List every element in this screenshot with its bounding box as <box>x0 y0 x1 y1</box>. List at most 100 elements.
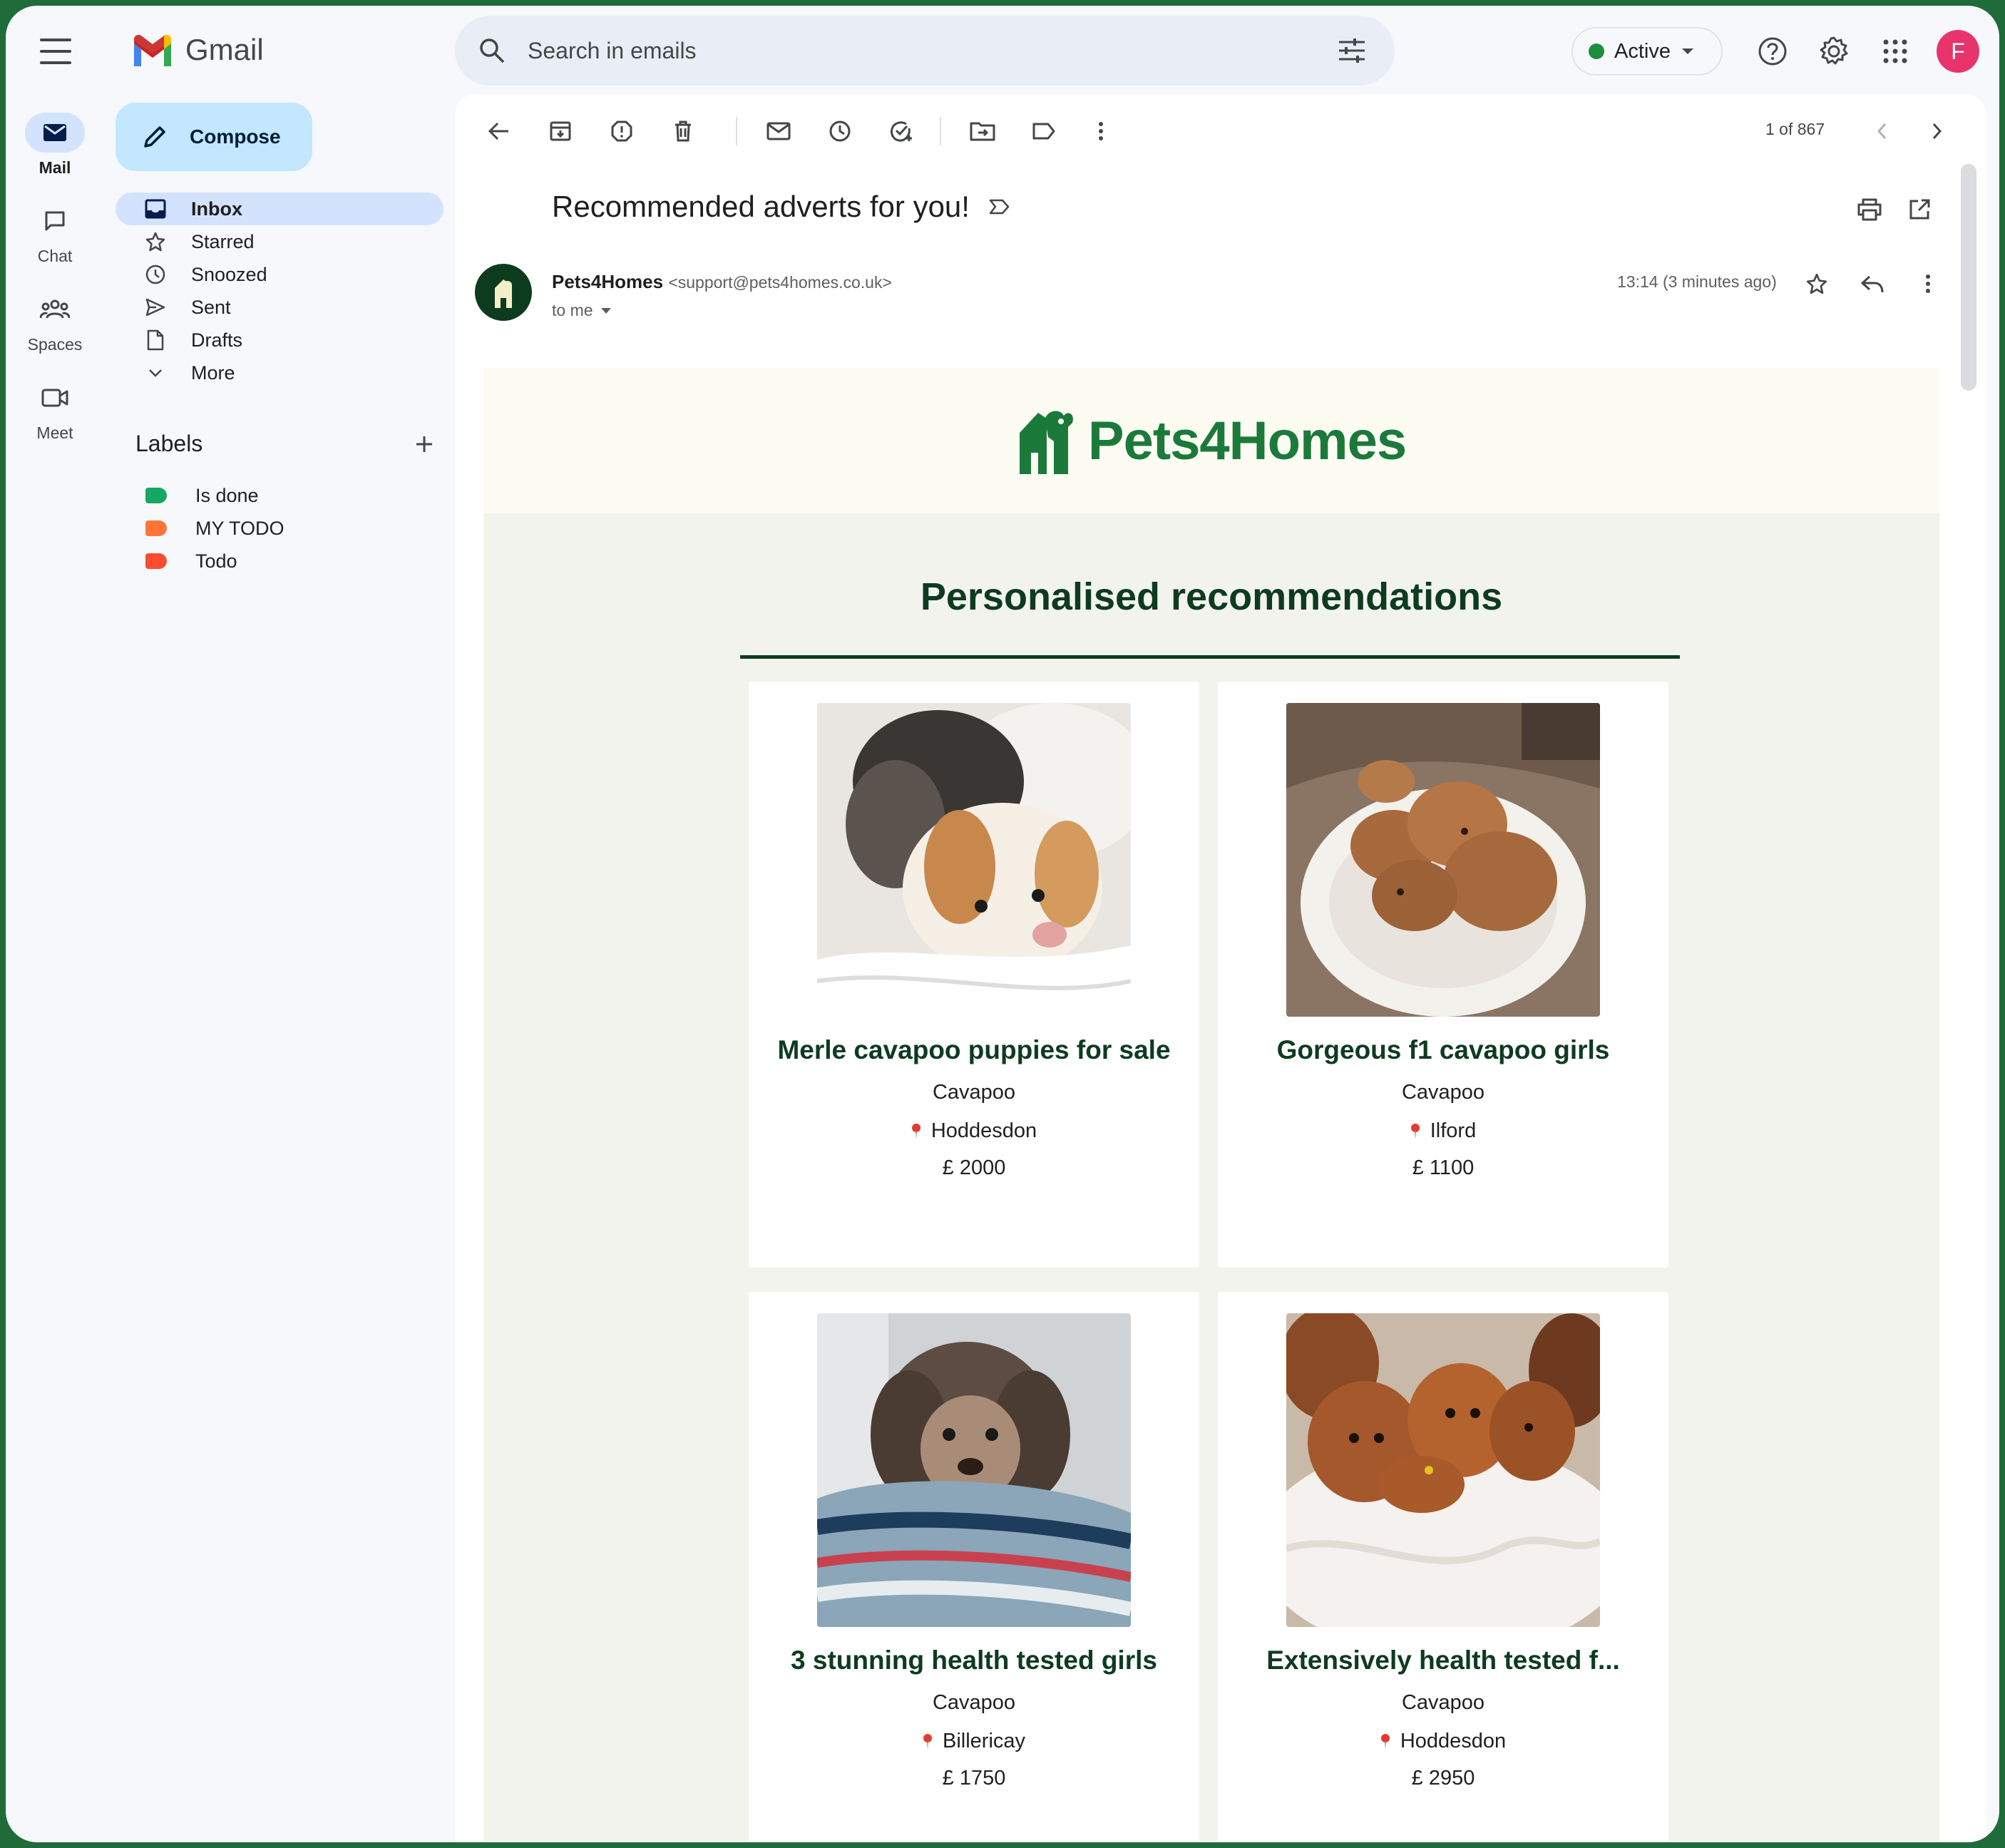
settings-gear-icon[interactable] <box>1818 36 1850 67</box>
gmail-logo[interactable]: Gmail <box>131 33 264 67</box>
app-name: Gmail <box>185 33 264 66</box>
listing-photo[interactable] <box>817 1313 1131 1627</box>
message-more-vert-icon[interactable] <box>1912 268 1944 299</box>
rail-item-meet[interactable]: Meet <box>6 378 104 466</box>
listing-title[interactable]: Extensively health tested f... <box>1218 1646 1668 1675</box>
search-options-icon[interactable] <box>1338 38 1366 63</box>
next-chevron-icon[interactable] <box>1921 115 1952 147</box>
listing-card[interactable]: Merle cavapoo puppies for sale Cavapoo H… <box>749 682 1199 1268</box>
status-dropdown[interactable]: Active <box>1571 27 1723 76</box>
rail-item-chat[interactable]: Chat <box>6 201 104 289</box>
brand-name[interactable]: Pets4Homes <box>1088 410 1407 472</box>
caret-down-icon <box>1681 48 1693 54</box>
pets4homes-house-icon <box>1019 411 1073 474</box>
listing-price: £ 1750 <box>942 1767 1006 1790</box>
listing-breed: Cavapoo <box>1401 1691 1485 1714</box>
rail-label: Mail <box>39 158 71 177</box>
app-rail: Mail Chat Spaces Meet <box>6 113 104 466</box>
nav-item-inbox[interactable]: Inbox <box>116 192 443 225</box>
search-icon[interactable] <box>478 36 506 65</box>
chat-icon <box>45 211 65 231</box>
compose-button[interactable]: Compose <box>116 103 312 171</box>
help-icon[interactable] <box>1757 36 1788 67</box>
sender-name[interactable]: Pets4Homes <box>552 271 663 292</box>
pagination-count: 1 of 867 <box>1765 120 1825 138</box>
add-task-icon[interactable] <box>886 115 917 147</box>
listing-breed: Cavapoo <box>932 1691 1016 1714</box>
caret-down-icon <box>600 307 611 314</box>
label-tag-outline-icon[interactable] <box>1028 115 1060 147</box>
open-new-window-icon[interactable] <box>1904 194 1935 225</box>
nav-item-more[interactable]: More <box>116 356 443 389</box>
rail-label: Meet <box>36 423 73 442</box>
nav-item-starred[interactable]: Starred <box>116 225 443 258</box>
main-menu-icon[interactable] <box>40 38 71 64</box>
listing-breed: Cavapoo <box>1401 1081 1485 1104</box>
account-avatar[interactable]: F <box>1937 30 1979 73</box>
label-name: Is done <box>195 484 259 506</box>
listing-title[interactable]: Merle cavapoo puppies for sale <box>749 1035 1199 1065</box>
nav-item-drafts[interactable]: Drafts <box>116 324 443 356</box>
listing-card[interactable]: 3 stunning health tested girls Cavapoo B… <box>749 1292 1199 1842</box>
listing-location: Ilford <box>1218 1119 1668 1143</box>
more-vert-icon[interactable] <box>1085 115 1117 147</box>
delete-trash-icon[interactable] <box>667 115 699 147</box>
listing-title[interactable]: Gorgeous f1 cavapoo girls <box>1218 1035 1668 1065</box>
star-icon <box>145 232 165 252</box>
heading-underline <box>740 655 1680 659</box>
subject-line: Recommended adverts for you! <box>552 190 1011 224</box>
meet-icon <box>41 389 68 407</box>
rail-item-spaces[interactable]: Spaces <box>6 289 104 378</box>
recipient-toggle[interactable]: to me <box>552 301 612 320</box>
email-body: Pets4Homes Personalised recommendations <box>483 368 1939 1842</box>
label-item-my-todo[interactable]: MY TODO <box>116 512 443 545</box>
listing-location: Hoddesdon <box>749 1119 1199 1143</box>
mail-icon <box>43 124 66 141</box>
archive-icon[interactable] <box>545 115 576 147</box>
listing-photo[interactable] <box>1286 703 1600 1017</box>
label-item-todo[interactable]: Todo <box>116 545 443 578</box>
rail-item-mail[interactable]: Mail <box>6 113 104 201</box>
apps-grid-icon[interactable] <box>1880 36 1911 67</box>
nav-item-sent[interactable]: Sent <box>116 291 443 324</box>
listing-card[interactable]: Gorgeous f1 cavapoo girls Cavapoo Ilford… <box>1218 682 1668 1268</box>
sender-line: Pets4Homes <support@pets4homes.co.uk> <box>552 271 892 293</box>
snooze-clock-icon[interactable] <box>824 115 856 147</box>
scrollbar-thumb[interactable] <box>1961 164 1976 391</box>
move-to-folder-icon[interactable] <box>967 115 998 147</box>
compose-label: Compose <box>190 125 281 148</box>
mark-unread-icon[interactable] <box>763 115 794 147</box>
listing-photo[interactable] <box>1286 1313 1600 1627</box>
listing-card[interactable]: Extensively health tested f... Cavapoo H… <box>1218 1292 1668 1842</box>
gmail-window: Gmail Mail Chat Spaces Meet Compose Inbo… <box>6 6 1999 1842</box>
email-brand-header: Pets4Homes <box>483 368 1939 513</box>
nav-label: More <box>191 361 235 384</box>
prev-chevron-icon[interactable] <box>1867 115 1898 147</box>
location-name: Ilford <box>1430 1119 1477 1142</box>
recommendations-heading: Personalised recommendations <box>920 575 1503 618</box>
print-icon[interactable] <box>1854 194 1885 225</box>
recipient-label: to me <box>552 301 593 319</box>
listing-price: £ 2000 <box>942 1156 1006 1179</box>
add-label-icon[interactable] <box>414 433 435 455</box>
labels-list: Is done MY TODO Todo <box>116 479 443 578</box>
rail-label: Spaces <box>27 335 83 354</box>
sender-avatar <box>475 264 532 321</box>
back-arrow-icon[interactable] <box>483 115 515 147</box>
pets4homes-logo-icon <box>495 279 512 308</box>
listing-title[interactable]: 3 stunning health tested girls <box>749 1646 1199 1675</box>
location-name: Billericay <box>942 1730 1026 1752</box>
report-spam-icon[interactable] <box>606 115 637 147</box>
labels-title: Labels <box>135 431 203 456</box>
listing-photo[interactable] <box>817 703 1131 1017</box>
importance-marker-icon[interactable] <box>988 198 1011 215</box>
nav-item-snoozed[interactable]: Snoozed <box>116 258 443 291</box>
search-input[interactable] <box>528 37 1338 64</box>
label-item-is-done[interactable]: Is done <box>116 479 443 512</box>
location-name: Hoddesdon <box>930 1119 1037 1142</box>
location-pin-icon <box>1410 1123 1420 1139</box>
listing-price: £ 1100 <box>1412 1156 1475 1179</box>
star-message-icon[interactable] <box>1801 268 1832 299</box>
reply-icon[interactable] <box>1857 268 1888 299</box>
label-tag-icon <box>145 553 167 569</box>
